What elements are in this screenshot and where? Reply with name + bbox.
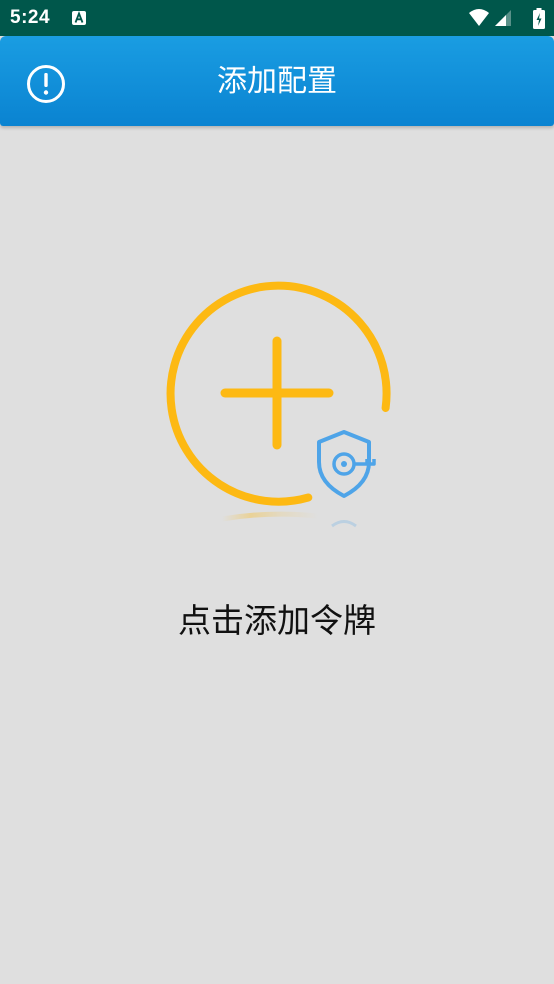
app-bar: 添加配置 xyxy=(0,36,554,126)
battery-charging-icon xyxy=(533,8,545,29)
add-token-label[interactable]: 点击添加令牌 xyxy=(0,598,554,644)
icon-reflection xyxy=(219,511,357,528)
cell-signal-icon xyxy=(495,10,511,26)
status-time: 5:24 xyxy=(10,7,51,28)
add-token-button[interactable] xyxy=(160,278,396,536)
text-a-notification-icon xyxy=(72,11,86,25)
shield-key-icon xyxy=(317,430,376,498)
wifi-icon xyxy=(469,9,489,26)
page-title: 添加配置 xyxy=(217,64,337,99)
status-bar: 5:24 xyxy=(0,0,554,36)
